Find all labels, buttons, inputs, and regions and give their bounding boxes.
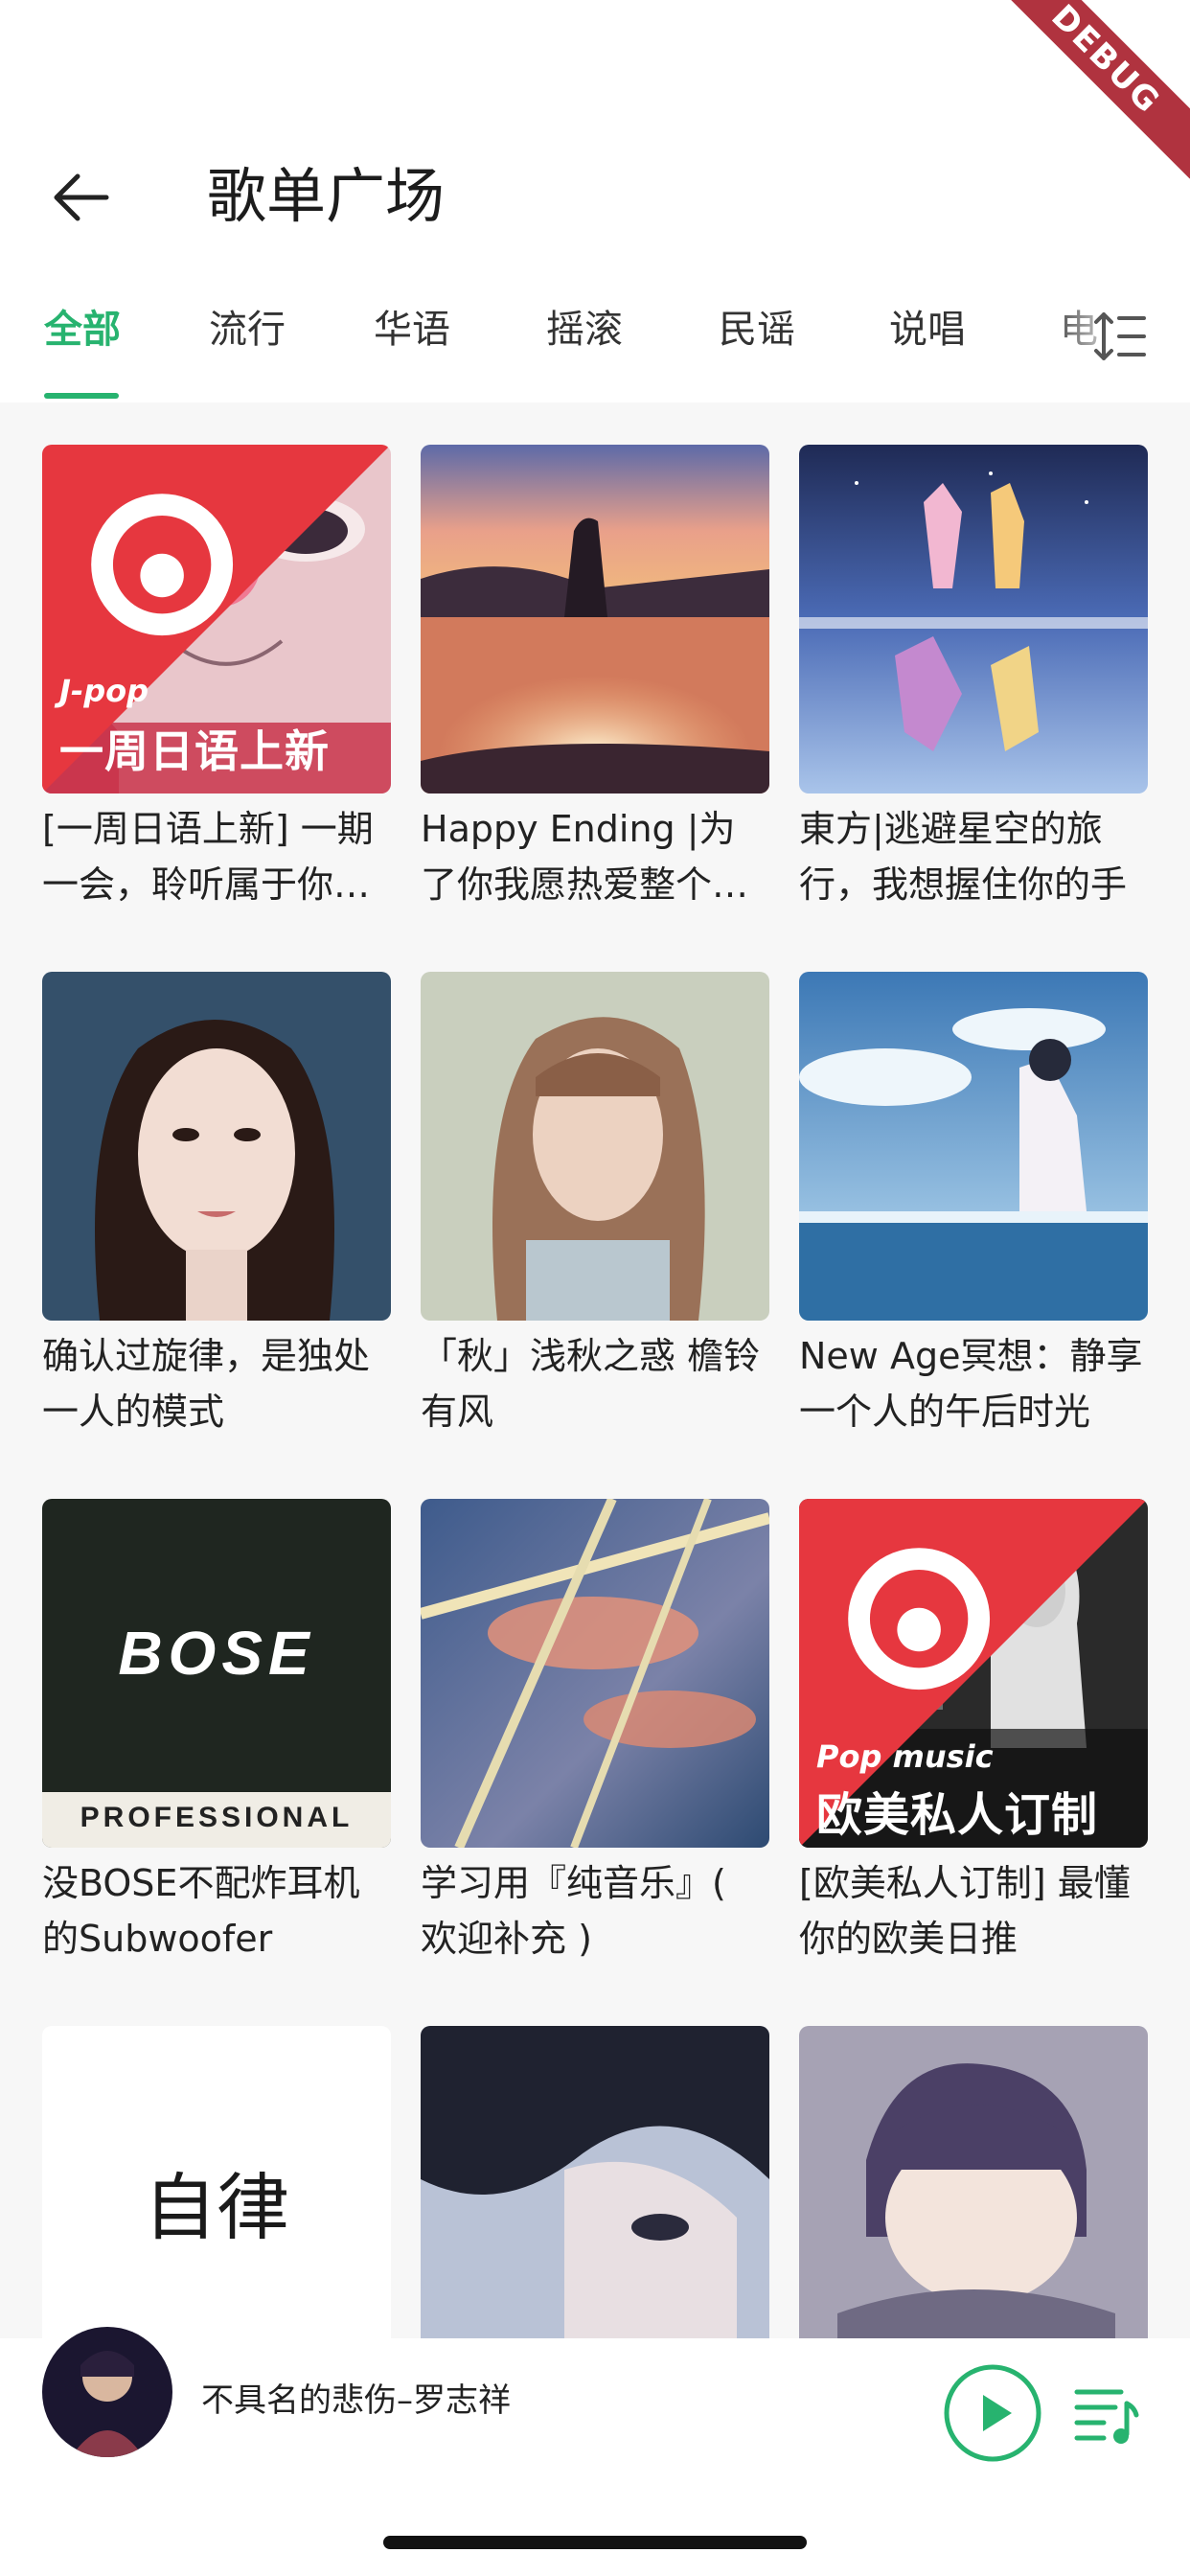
playlist-cover [421,972,769,1321]
playlist-title: Happy Ending |为了你我愿热爱整个世界 [421,808,749,906]
playlist-cover: Pop music 欧美私人订制 [799,1499,1148,1848]
playlist-cover [421,1499,769,1848]
playlist-cover [421,2026,769,2348]
tab-chinese[interactable]: 华语 [374,301,450,358]
playlist-card[interactable]: Pop music 欧美私人订制 [欧美私人订制] 最懂你的欧美日推 [799,1499,1148,1966]
playlist-cover: 自律 [42,2026,391,2348]
tab-all[interactable]: 全部 [44,301,121,358]
playlist-card[interactable]: 東方|逃避星空的旅行，我想握住你的手 [799,445,1148,912]
playlist-card[interactable]: New Age冥想：静享一个人的午后时光 [799,972,1148,1439]
playlist-card[interactable]: BOSE PROFESSIONAL 没BOSE不配炸耳机的Subwoofer [42,1499,391,1966]
cover-text: 自律 [144,2165,289,2250]
playlist-title: 没BOSE不配炸耳机的Subwoofer [42,1862,360,1960]
tab-rock[interactable]: 摇滚 [546,301,623,358]
playlist-cover: J-pop 一周日语上新 [42,445,391,794]
cover-tag: Pop music [816,1738,994,1775]
cover-text: 欧美私人订制 [816,1788,1099,1842]
active-tab-indicator [44,393,119,399]
playlist-cover [799,2026,1148,2348]
playlist-queue-icon[interactable] [1071,2379,1140,2448]
tab-rap[interactable]: 说唱 [889,301,966,358]
now-playing-artwork[interactable] [42,2327,172,2457]
playlist-card[interactable]: 自律 [42,2026,391,2348]
home-indicator[interactable] [383,2536,807,2549]
category-tabs: 全部 流行 华语 摇滚 民谣 说唱 电 [0,288,1190,402]
playlist-title: [欧美私人订制] 最懂你的欧美日推 [799,1862,1131,1960]
cover-brand: BOSE [118,1619,315,1688]
arrow-left-icon [54,173,109,221]
tab-folk[interactable]: 民谣 [719,301,795,358]
cover-tag: J-pop [59,673,149,709]
back-button[interactable] [42,167,119,228]
sort-button[interactable] [1092,309,1148,364]
playlist-grid: J-pop 一周日语上新 [一周日语上新] 一期一会，聆听属于你… Happy … [0,402,1190,2348]
playlist-card[interactable]: J-pop 一周日语上新 [一周日语上新] 一期一会，聆听属于你… [42,445,391,912]
sort-icon [1094,312,1146,360]
cover-subtext: PROFESSIONAL [80,1802,354,1833]
playlist-cover: BOSE PROFESSIONAL [42,1499,391,1848]
playlist-cover [421,445,769,794]
playlist-card[interactable]: Happy Ending |为了你我愿热爱整个世界 [421,445,769,912]
playlist-card[interactable]: 「秋」浅秋之惑 檐铃有风 [421,972,769,1439]
mini-player[interactable]: 不具名的悲伤–罗志祥 [0,2327,1190,2472]
page-title: 歌单广场 [207,161,446,231]
playlist-title: 学习用『纯音乐』( 欢迎补充 ) [421,1862,726,1960]
playlist-card[interactable] [421,2026,769,2348]
now-playing-title[interactable]: 不具名的悲伤–罗志祥 [201,2377,511,2425]
cover-text: 一周日语上新 [59,725,330,777]
tab-pop[interactable]: 流行 [209,301,286,358]
playlist-cover [799,972,1148,1321]
app-bar: 歌单广场 [0,144,1190,249]
playlist-cover [42,972,391,1321]
playlist-card[interactable] [799,2026,1148,2348]
playlist-title: 東方|逃避星空的旅行，我想握住你的手 [799,808,1128,906]
playlist-card[interactable]: 确认过旋律，是独处一人的模式 [42,972,391,1439]
playlist-title: 「秋」浅秋之惑 檐铃有风 [421,1335,761,1433]
playlist-title: New Age冥想：静享一个人的午后时光 [799,1335,1143,1433]
playlist-title: [一周日语上新] 一期一会，聆听属于你… [42,808,374,906]
playlist-title: 确认过旋律，是独处一人的模式 [42,1335,371,1433]
playlist-card[interactable]: 学习用『纯音乐』( 欢迎补充 ) [421,1499,769,1966]
play-icon[interactable] [943,2363,1042,2463]
playlist-cover [799,445,1148,794]
